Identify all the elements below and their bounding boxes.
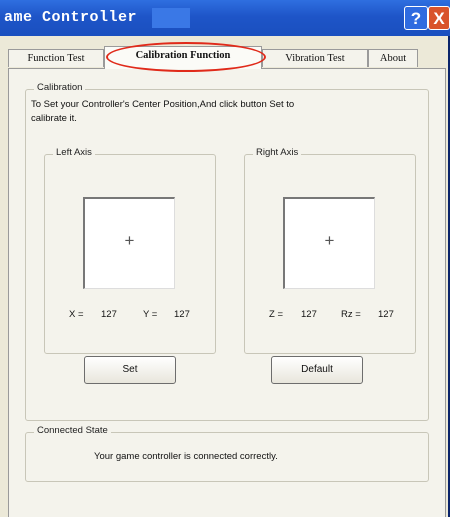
y-value: 127 <box>174 309 190 320</box>
connected-state-message: Your game controller is connected correc… <box>94 451 278 462</box>
calibration-legend: Calibration <box>34 82 86 93</box>
tab-panel-calibration: Calibration To Set your Controller's Cen… <box>8 68 446 517</box>
left-axis-legend: Left Axis <box>53 147 95 158</box>
x-label: X = <box>69 309 84 320</box>
right-axis-display: + <box>283 197 375 289</box>
close-button[interactable]: X <box>428 6 450 30</box>
tab-about[interactable]: About <box>368 49 418 67</box>
tab-vibration-test[interactable]: Vibration Test <box>262 49 368 67</box>
help-button[interactable]: ? <box>404 6 428 30</box>
z-label: Z = <box>269 309 283 320</box>
z-value: 127 <box>301 309 317 320</box>
rz-label: Rz = <box>341 309 361 320</box>
game-controller-window: ame Controller ? X Function Test Calibra… <box>0 0 450 517</box>
tab-highlight-oval <box>106 42 266 72</box>
right-axis-legend: Right Axis <box>253 147 302 158</box>
right-axis-crosshair: + <box>324 231 335 250</box>
title-bar[interactable]: ame Controller ? X <box>0 0 450 36</box>
calibration-instruction-line1: To Set your Controller's Center Position… <box>31 99 295 110</box>
connected-state-legend: Connected State <box>34 425 111 436</box>
x-value: 127 <box>101 309 117 320</box>
right-axis-group: Right Axis + Z = 127 Rz = 127 <box>244 147 416 354</box>
left-axis-crosshair: + <box>124 231 135 250</box>
window-title: ame Controller <box>4 9 138 26</box>
calibration-instruction-line2: calibrate it. <box>31 113 77 124</box>
calibration-group: Calibration To Set your Controller's Cen… <box>25 82 429 421</box>
left-axis-group: Left Axis + X = 127 Y = 127 <box>44 147 216 354</box>
left-axis-display: + <box>83 197 175 289</box>
tab-function-test[interactable]: Function Test <box>8 49 104 67</box>
title-bar-block <box>152 8 190 28</box>
set-button[interactable]: Set <box>84 356 176 384</box>
rz-value: 127 <box>378 309 394 320</box>
default-button[interactable]: Default <box>271 356 363 384</box>
y-label: Y = <box>143 309 158 320</box>
connected-state-group: Connected State Your game controller is … <box>25 425 429 482</box>
